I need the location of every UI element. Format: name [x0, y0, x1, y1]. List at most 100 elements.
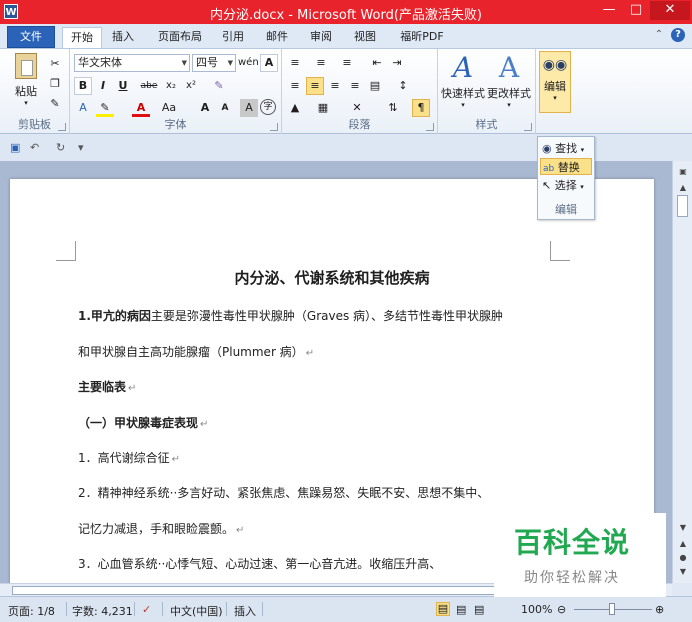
bold-button[interactable]: B: [74, 77, 92, 95]
doc-line[interactable]: （一）甲状腺毒症表现 ↵: [78, 414, 208, 431]
find-menu-item[interactable]: ◉ 查找 ▾: [540, 140, 592, 157]
enclosed-char-button[interactable]: 字: [260, 99, 276, 115]
font-size-combo[interactable]: 四号 ▼: [192, 54, 236, 72]
document-title[interactable]: 内分泌、代谢系统和其他疾病: [10, 267, 654, 288]
zoom-slider-thumb[interactable]: [609, 603, 615, 615]
paragraph-launcher-icon[interactable]: [426, 123, 434, 131]
doc-line[interactable]: 1．高代谢综合征 ↵: [78, 449, 180, 466]
change-case-button[interactable]: Aa: [158, 99, 180, 117]
justify-icon[interactable]: ≡: [346, 77, 364, 95]
full-screen-reading-icon[interactable]: ▤: [456, 603, 466, 616]
zoom-in-icon[interactable]: ⊕: [655, 603, 664, 616]
language-indicator[interactable]: 中文(中国): [170, 603, 223, 619]
zoom-level[interactable]: 100%: [521, 603, 552, 616]
decrease-indent-icon[interactable]: ⇤: [368, 54, 386, 72]
quick-styles-button[interactable]: A 快速样式 ▾: [440, 51, 486, 117]
minimize-icon[interactable]: —: [596, 1, 622, 20]
help-icon[interactable]: ?: [671, 28, 685, 42]
strikethrough-button[interactable]: abe: [140, 77, 158, 95]
highlight-icon[interactable]: ✎: [96, 99, 114, 117]
font-name-combo[interactable]: 华文宋体 ▼: [74, 54, 190, 72]
borders-icon[interactable]: ▦: [314, 99, 332, 117]
word-count[interactable]: 字数: 4,231: [72, 603, 133, 619]
save-icon[interactable]: ▣: [10, 141, 20, 154]
tab-references[interactable]: 引用: [216, 27, 250, 48]
subscript-button[interactable]: x₂: [162, 77, 180, 95]
tab-foxit-pdf[interactable]: 福昕PDF: [392, 27, 452, 48]
tab-review[interactable]: 审阅: [304, 27, 338, 48]
scroll-down-icon[interactable]: ▼: [677, 523, 689, 532]
show-marks-icon[interactable]: ¶: [412, 99, 430, 117]
cut-icon[interactable]: ✂: [46, 55, 64, 73]
tab-insert[interactable]: 插入: [106, 27, 140, 48]
grow-font-button[interactable]: A: [196, 99, 214, 117]
vertical-scroll-thumb[interactable]: [677, 195, 688, 217]
ruler-toggle-icon[interactable]: ▣: [677, 167, 689, 176]
vertical-scrollbar[interactable]: ▣ ▲ ▼ ▲ ● ▼: [672, 161, 692, 583]
tab-page-layout[interactable]: 页面布局: [152, 27, 208, 48]
undo-icon[interactable]: ↶: [30, 141, 39, 154]
tab-home[interactable]: 开始: [62, 27, 102, 48]
redo-icon[interactable]: ↻: [56, 141, 65, 154]
browse-object-icon[interactable]: ●: [677, 553, 689, 562]
change-styles-button[interactable]: A 更改样式 ▾: [486, 51, 532, 117]
prev-page-icon[interactable]: ▲: [677, 539, 689, 548]
next-page-icon[interactable]: ▼: [677, 567, 689, 576]
clear-format-icon[interactable]: ✎: [210, 77, 228, 95]
bullets-icon[interactable]: ≡: [286, 54, 304, 72]
numbering-icon[interactable]: ≡: [312, 54, 330, 72]
clipboard-launcher-icon[interactable]: [58, 123, 66, 131]
underline-button[interactable]: U: [114, 77, 132, 95]
shrink-font-button[interactable]: A: [216, 99, 234, 117]
tab-mailings[interactable]: 邮件: [260, 27, 294, 48]
paste-label: 粘贴: [15, 85, 37, 98]
binoculars-icon: ◉◉: [542, 57, 568, 73]
char-border-icon[interactable]: A: [260, 54, 278, 72]
paste-button[interactable]: 粘贴 ▾: [12, 53, 40, 107]
doc-line[interactable]: 记忆力减退，手和眼睑震颤。 ↵: [78, 520, 244, 537]
copy-icon[interactable]: ❐: [46, 75, 64, 93]
web-layout-icon[interactable]: ▤: [474, 603, 484, 616]
align-left-icon[interactable]: ≡: [286, 77, 304, 95]
doc-line[interactable]: 1.甲亢的病因主要是弥漫性毒性甲状腺肿（Graves 病）、多结节性毒性甲状腺肿: [78, 307, 505, 324]
superscript-button[interactable]: x²: [182, 77, 200, 95]
insert-mode-indicator[interactable]: 插入: [234, 603, 256, 619]
text-effects-icon[interactable]: A: [74, 99, 92, 117]
line-spacing-icon[interactable]: ↕: [394, 77, 412, 95]
distributed-icon[interactable]: ▤: [366, 77, 384, 95]
minimize-ribbon-icon[interactable]: ⌃: [652, 28, 666, 42]
close-icon[interactable]: ✕: [650, 1, 690, 20]
doc-line[interactable]: 和甲状腺自主高功能腺瘤（Plummer 病） ↵: [78, 343, 314, 360]
proofing-icon[interactable]: ✓: [142, 603, 151, 616]
increase-indent-icon[interactable]: ⇥: [388, 54, 406, 72]
sort-icon[interactable]: ⇅: [384, 99, 402, 117]
print-layout-icon[interactable]: ▤: [436, 602, 450, 616]
maximize-icon[interactable]: □: [623, 1, 649, 20]
char-shading-button[interactable]: A: [240, 99, 258, 117]
font-launcher-icon[interactable]: [270, 123, 278, 131]
align-center-icon[interactable]: ≡: [306, 77, 324, 95]
scroll-up-icon[interactable]: ▲: [677, 183, 689, 192]
zoom-out-icon[interactable]: ⊖: [557, 603, 566, 616]
chinese-layout-icon[interactable]: ✕: [348, 99, 366, 117]
shading-icon[interactable]: ▲: [286, 99, 304, 117]
tab-view[interactable]: 视图: [348, 27, 382, 48]
tab-file[interactable]: 文件: [7, 26, 55, 48]
styles-launcher-icon[interactable]: [524, 123, 532, 131]
customize-icon[interactable]: ▾: [78, 141, 84, 154]
doc-line[interactable]: 3．心血管系统··心悸气短、心动过速、第一心音亢进。收缩压升高、: [78, 555, 443, 572]
font-color-button[interactable]: A: [132, 99, 150, 117]
chevron-down-icon: ▼: [181, 59, 187, 67]
phonetic-guide-icon[interactable]: wén: [238, 54, 259, 72]
change-styles-icon: A: [498, 51, 520, 84]
align-right-icon[interactable]: ≡: [326, 77, 344, 95]
doc-line[interactable]: 主要临表 ↵: [78, 378, 136, 395]
format-painter-icon[interactable]: ✎: [46, 95, 64, 113]
doc-line[interactable]: 2．精神神经系统··多言好动、紧张焦虑、焦躁易怒、失眠不安、思想不集中、: [78, 484, 491, 501]
multilevel-list-icon[interactable]: ≡: [338, 54, 356, 72]
select-menu-item[interactable]: ↖ 选择 ▾: [540, 177, 592, 194]
editing-button[interactable]: ◉◉ 编辑 ▾: [539, 51, 571, 113]
page-count[interactable]: 页面: 1/8: [8, 603, 55, 619]
replace-menu-item[interactable]: ab 替换: [540, 158, 592, 175]
italic-button[interactable]: I: [94, 77, 112, 95]
